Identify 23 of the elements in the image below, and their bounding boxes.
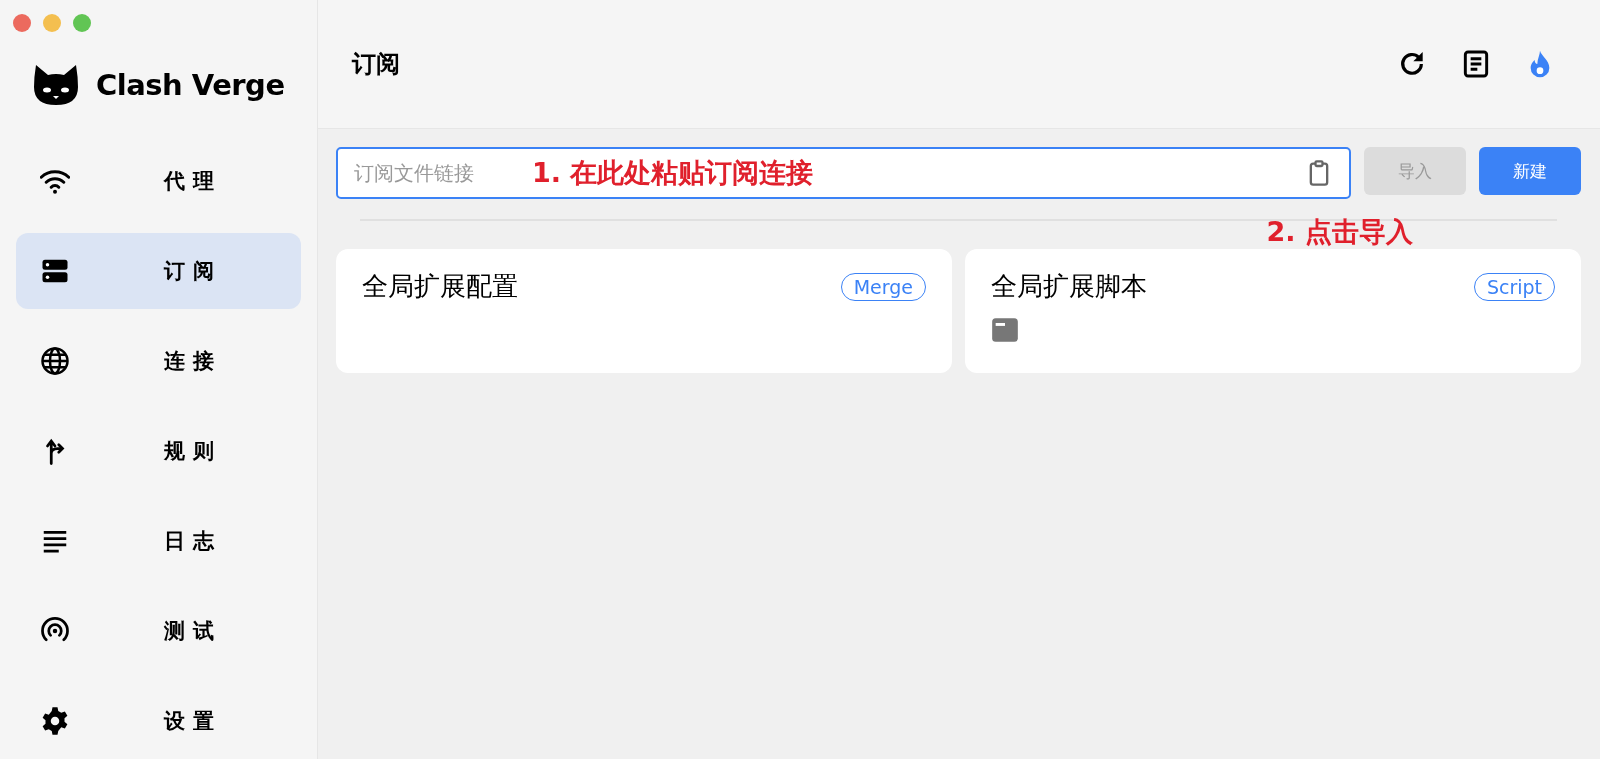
annotation-text: 2. 点击导入: [1266, 217, 1413, 249]
cat-logo-icon: [32, 62, 80, 107]
annotation-text: 1. 在此处粘贴订阅连接: [532, 156, 814, 190]
nav-item[interactable]: 订阅: [16, 233, 301, 309]
app-name: Clash Verge: [96, 67, 285, 102]
nav-item[interactable]: 测试: [16, 593, 301, 669]
new-button[interactable]: 新建: [1479, 147, 1581, 195]
card-title: 全局扩展配置: [362, 270, 518, 303]
nav-item[interactable]: 规则: [16, 413, 301, 489]
settings-icon: [40, 706, 70, 736]
globe-icon: [40, 346, 70, 376]
url-field[interactable]: 订阅文件链接 1. 在此处粘贴订阅连接: [336, 147, 1351, 199]
nav-item[interactable]: 日志: [16, 503, 301, 579]
zoom-button[interactable]: [73, 14, 91, 32]
nav-item[interactable]: 连接: [16, 323, 301, 399]
page-title: 订阅: [352, 49, 400, 80]
nav-item[interactable]: 代理: [16, 143, 301, 219]
card-title: 全局扩展脚本: [991, 270, 1147, 303]
nav-item[interactable]: 设置: [16, 683, 301, 759]
close-button[interactable]: [13, 14, 31, 32]
url-input-field[interactable]: 订阅文件链接: [352, 160, 506, 186]
profile-card[interactable]: 全局扩展脚本 Script: [965, 249, 1581, 373]
profile-card[interactable]: 全局扩展配置 Merge: [336, 249, 952, 373]
